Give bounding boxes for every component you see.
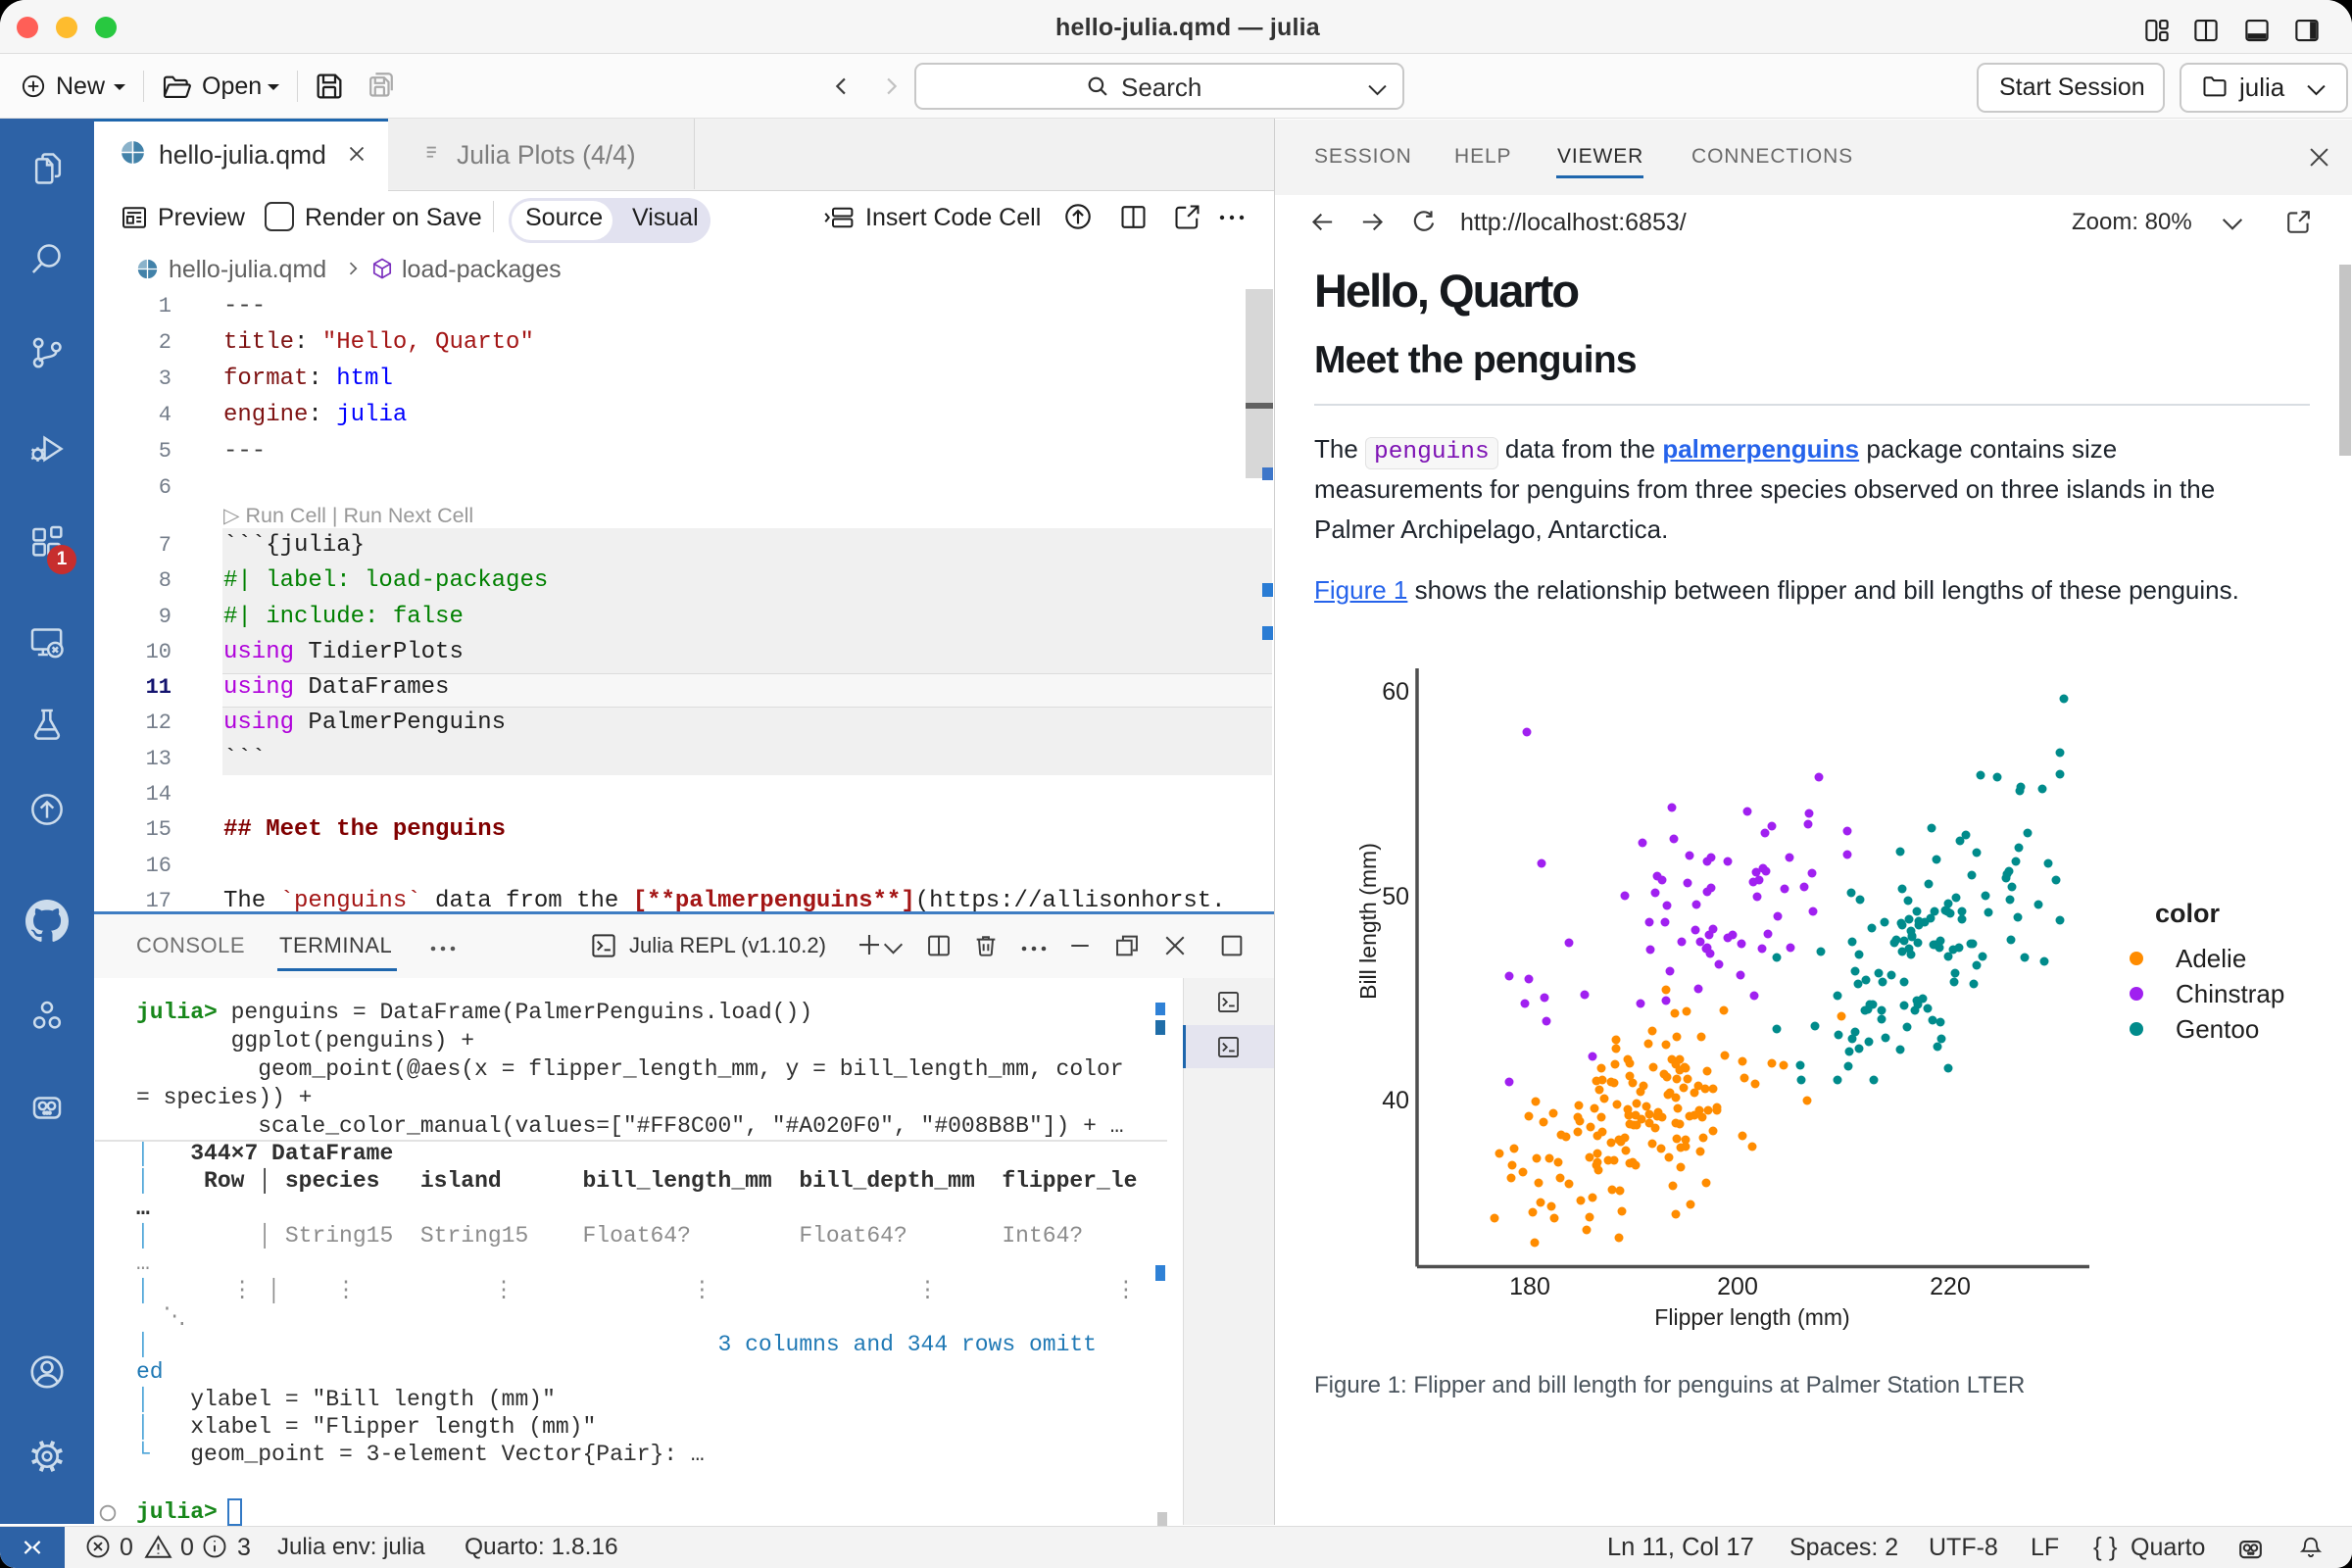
svg-text:50: 50 <box>1382 883 1409 910</box>
svg-text:180: 180 <box>1509 1273 1550 1300</box>
svg-text:200: 200 <box>1717 1273 1758 1300</box>
svg-text:Gentoo: Gentoo <box>2176 1014 2259 1044</box>
svg-text:Bill length (mm): Bill length (mm) <box>1355 843 1381 1000</box>
svg-text:220: 220 <box>1930 1273 1971 1300</box>
svg-text:Flipper length (mm): Flipper length (mm) <box>1654 1304 1849 1330</box>
svg-text:60: 60 <box>1382 678 1409 706</box>
svg-text:color: color <box>2155 899 2221 928</box>
svg-text:40: 40 <box>1382 1087 1409 1114</box>
svg-text:Chinstrap: Chinstrap <box>2176 979 2284 1008</box>
svg-text:Adelie: Adelie <box>2176 944 2246 973</box>
